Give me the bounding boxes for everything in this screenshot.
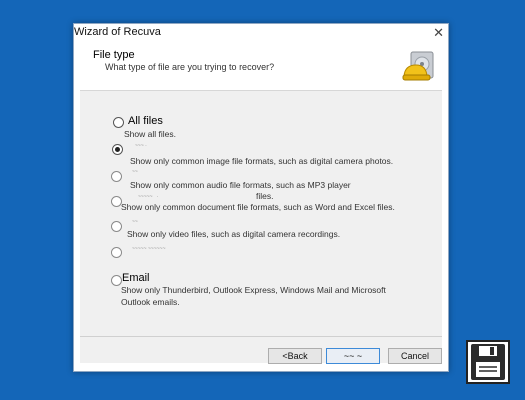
window-title: Wizard of Recuva [74, 26, 161, 38]
option-description: Show only common image file formats, suc… [130, 156, 394, 166]
page-subtitle: What type of file are you trying to reco… [105, 62, 275, 72]
radio-music[interactable] [111, 171, 122, 182]
option-label-blurred: ~~ [132, 169, 138, 175]
page-title: File type [93, 49, 135, 61]
floppy-disk-icon [466, 340, 510, 384]
radio-all-files[interactable] [113, 117, 124, 128]
option-description-cont: Outlook emails. [121, 297, 180, 307]
wizard-content: File type What type of file are you tryi… [80, 44, 442, 364]
option-description: Show only common audio file formats, suc… [130, 180, 351, 190]
option-label: All files [128, 115, 163, 127]
option-label-blurred: ~~~ · [135, 143, 147, 149]
option-label-blurred: ~~~~~ ~~~~~~ [132, 246, 166, 252]
wizard-header: File type What type of file are you tryi… [80, 44, 442, 91]
radio-video[interactable] [111, 221, 122, 232]
cancel-button[interactable]: Cancel [388, 348, 442, 364]
option-label: Email [122, 272, 150, 284]
recuva-helmet-icon [402, 51, 434, 81]
option-description-cont: files. [256, 191, 274, 201]
back-button[interactable]: <Back [268, 348, 322, 364]
radio-pictures[interactable] [112, 144, 123, 155]
option-label-blurred: ~~ [132, 219, 138, 225]
option-description: Show only Thunderbird, Outlook Express, … [121, 285, 386, 295]
option-description: Show only video files, such as digital c… [127, 229, 341, 239]
title-bar: Wizard of Recuva ✕ [74, 24, 448, 44]
radio-compressed[interactable] [111, 247, 122, 258]
option-description: Show all files. [124, 129, 176, 139]
option-label-blurred: ~~~~~ · [138, 194, 159, 200]
option-description: Show only common document file formats, … [121, 202, 395, 212]
next-button[interactable]: ~~ ~ [326, 348, 380, 364]
close-icon[interactable]: ✕ [433, 26, 444, 40]
footer-divider [80, 336, 442, 337]
recuva-wizard-window: Wizard of Recuva ✕ File type What type o… [73, 23, 449, 372]
